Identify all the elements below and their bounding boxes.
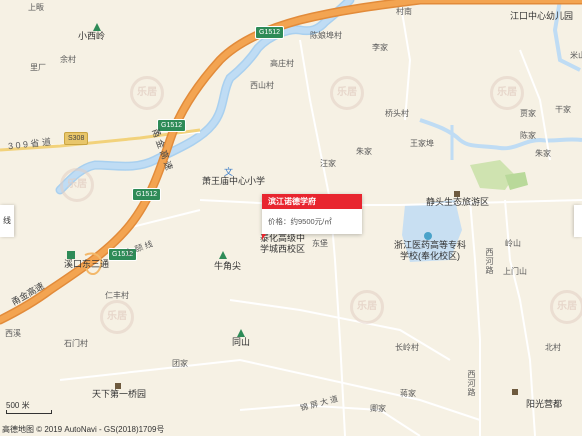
scenic-icon bbox=[113, 378, 123, 389]
map-attribution: 高德地图 © 2019 AutoNavi - GS(2018)1709号 bbox=[2, 425, 165, 434]
left-collapse-tab[interactable]: 线 bbox=[0, 205, 14, 237]
college-label: 浙江医药高等专科 学校(奉化校区) bbox=[394, 240, 467, 261]
watermark-logo: 乐居 bbox=[130, 76, 164, 110]
g1512-shield: G1512 bbox=[255, 26, 285, 39]
property-title[interactable]: 滨江诺德学府 bbox=[262, 194, 362, 209]
kindergarten-label: 江口中心幼儿园 bbox=[510, 11, 574, 21]
place-label: 贾家 bbox=[520, 109, 536, 118]
place-label: 李家 bbox=[372, 43, 388, 52]
map-canvas[interactable]: 乐居 乐居 乐居 乐居 乐居 乐居 乐居 G1512 G1512 G1512 G… bbox=[0, 0, 582, 436]
place-label: 阳光营都 bbox=[526, 399, 563, 409]
left-tab-label: 线 bbox=[3, 216, 11, 225]
g1512-shield: G1512 bbox=[132, 188, 162, 201]
place-label: 北村 bbox=[545, 343, 561, 352]
popup-pointer bbox=[262, 234, 266, 240]
place-label: 长岭村 bbox=[395, 343, 419, 352]
place-label: 西溪 bbox=[5, 329, 21, 338]
xihe-road-label: 西河路 bbox=[467, 370, 476, 397]
place-label: 蒋家 bbox=[400, 389, 416, 398]
place-label: 村南 bbox=[396, 7, 412, 16]
place-label: 桥头村 bbox=[385, 109, 409, 118]
watermark-logo: 乐居 bbox=[60, 168, 94, 202]
scenic-area-label: 静头生态旅游区 bbox=[426, 197, 490, 207]
place-label: 岭山 bbox=[505, 239, 521, 248]
college-icon bbox=[423, 228, 433, 240]
mountain-icon bbox=[218, 247, 228, 259]
place-label: 陈娘埠村 bbox=[310, 31, 342, 40]
place-label: 牛角尖 bbox=[214, 261, 242, 271]
place-label: 朱家 bbox=[535, 149, 551, 158]
place-label: 卿家 bbox=[370, 404, 386, 413]
xihe-road-label: 西河路 bbox=[485, 248, 494, 275]
scenic-icon bbox=[452, 186, 462, 197]
place-label: 上畈 bbox=[28, 3, 44, 12]
place-label: 陈家 bbox=[520, 131, 536, 140]
school-icon: 文 bbox=[223, 163, 233, 177]
property-popup[interactable]: 滨江诺德学府 价格：约9500元/㎡ bbox=[262, 194, 362, 240]
scenic-label: 天下第一桥园 bbox=[92, 389, 147, 399]
high-school-label: 泰化高级中 学城西校区 bbox=[260, 233, 306, 254]
place-label: 东堡 bbox=[312, 239, 328, 248]
watermark-logo: 乐居 bbox=[550, 290, 582, 324]
watermark-logo: 乐居 bbox=[330, 76, 364, 110]
interchange-label: 溪口东三通 bbox=[64, 259, 110, 269]
svg-text:文: 文 bbox=[224, 166, 233, 176]
watermark-logo: 乐居 bbox=[100, 300, 134, 334]
watermark-logo: 乐居 bbox=[490, 76, 524, 110]
watermark-logo: 乐居 bbox=[350, 290, 384, 324]
interchange-icon bbox=[66, 247, 76, 259]
place-label: 里厂 bbox=[30, 63, 46, 72]
g1512-shield: G1512 bbox=[157, 119, 187, 132]
place-label: 王家埠 bbox=[410, 139, 434, 148]
place-label: 小西岭 bbox=[78, 31, 106, 41]
scale-bar bbox=[6, 410, 52, 414]
place-label: 仁丰村 bbox=[105, 291, 129, 300]
place-label: 西山村 bbox=[250, 81, 274, 90]
place-label: 朱家 bbox=[356, 147, 372, 156]
residence-icon bbox=[510, 384, 520, 395]
property-price: 价格：约9500元/㎡ bbox=[268, 217, 332, 226]
place-label: 团家 bbox=[172, 359, 188, 368]
s308-shield: S308 bbox=[64, 132, 89, 145]
school-label: 萧王庙中心小学 bbox=[202, 176, 266, 186]
place-label: 上门山 bbox=[503, 267, 527, 276]
place-label: 高庄村 bbox=[270, 59, 294, 68]
right-collapse-tab[interactable] bbox=[574, 205, 582, 237]
mountain-icon bbox=[92, 19, 102, 31]
mountain-icon bbox=[236, 325, 246, 337]
place-label: 石门村 bbox=[64, 339, 88, 348]
place-label: 余村 bbox=[60, 55, 76, 64]
place-label: 同山 bbox=[232, 337, 251, 347]
place-label: 米山 bbox=[570, 51, 582, 60]
place-label: 干家 bbox=[555, 105, 571, 114]
place-label: 汪家 bbox=[320, 159, 336, 168]
